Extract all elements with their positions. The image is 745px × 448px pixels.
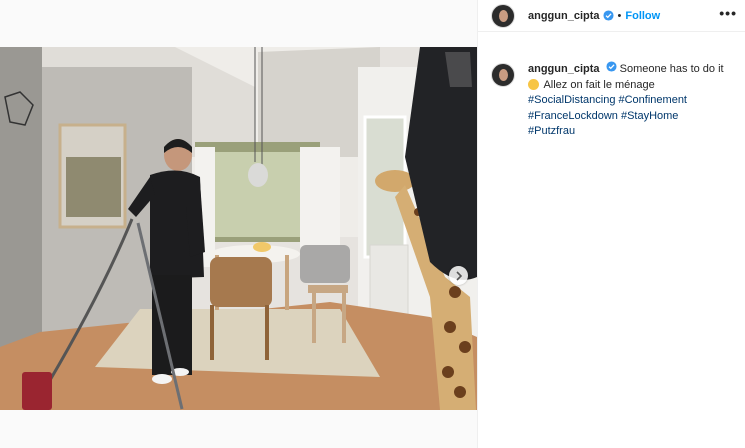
caption-avatar[interactable] (491, 63, 515, 87)
avatar[interactable] (491, 3, 515, 28)
caption-comment: anggun_cipta Someone has to do it Allez … (491, 61, 736, 140)
follow-button[interactable]: Follow (625, 10, 660, 22)
caption-line2: Allez on fait le ménage (543, 78, 655, 91)
post-photo (0, 47, 477, 410)
verified-badge-icon (606, 61, 617, 72)
hashtag-link[interactable]: #FranceLockdown (528, 110, 618, 122)
hashtag-link[interactable]: #Confinement (619, 94, 688, 106)
post-header: anggun_cipta • Follow ••• (478, 0, 745, 32)
chevron-right-icon (455, 270, 462, 281)
hashtag-link[interactable]: #SocialDistancing (528, 94, 615, 106)
grinning-sweat-emoji-icon (528, 78, 539, 90)
hashtag-link[interactable]: #StayHome (621, 110, 678, 122)
hashtag-link[interactable]: #Putzfrau (528, 125, 575, 137)
separator-dot: • (617, 9, 622, 22)
caption-line1: Someone has to do it (619, 63, 724, 75)
caption-username[interactable]: anggun_cipta (528, 63, 600, 75)
verified-badge-icon (602, 10, 614, 21)
next-photo-button[interactable] (449, 266, 468, 285)
caption-text: anggun_cipta Someone has to do it Allez … (528, 61, 733, 140)
header-username[interactable]: anggun_cipta (528, 10, 600, 22)
more-options-icon[interactable]: ••• (719, 6, 737, 20)
photo-living-room (0, 47, 477, 410)
post-side-panel: anggun_cipta • Follow ••• anggun_cipta S… (477, 0, 745, 448)
